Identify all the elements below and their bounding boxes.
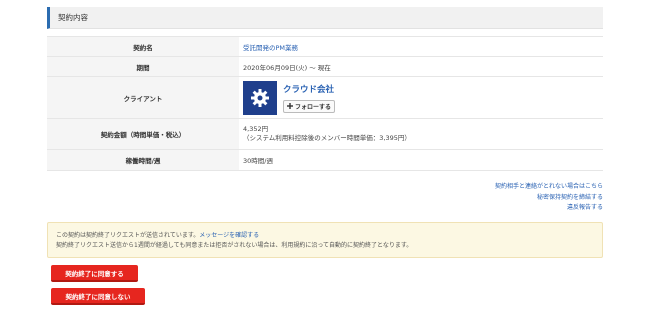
fee-label: 契約金額（時間単価・税込） (47, 118, 239, 150)
view-message-link[interactable]: メッセージを確認する (199, 232, 259, 239)
agree-termination-button[interactable]: 契約終了に同意する (51, 265, 138, 282)
disagree-termination-button[interactable]: 契約終了に同意しない (51, 288, 145, 305)
section-title: 契約内容 (58, 13, 88, 22)
table-row: 稼働時間/週 30時間/週 (47, 149, 603, 171)
gear-icon (251, 88, 269, 107)
fee-value: 4,352円 (243, 125, 269, 133)
contract-name-link[interactable]: 受託開発のPM業務 (243, 44, 298, 52)
table-row: クライアント クラウド会社 フォローする (47, 76, 603, 119)
report-link[interactable]: 違反報告する (495, 203, 603, 214)
follow-button-label: フォローする (294, 103, 331, 111)
contract-name-label: 契約名 (47, 36, 239, 57)
hours-label: 稼働時間/週 (47, 149, 239, 171)
table-row: 契約金額（時間単価・税込） 4,352円 （システム利用料控除後のメンバー時間単… (47, 118, 603, 150)
notice-text: この契約は契約終了リクエストが送信されています。 (56, 232, 200, 239)
follow-button[interactable]: フォローする (283, 99, 335, 113)
contact-link[interactable]: 契約相手と連絡がとれない場合はこちら (495, 182, 603, 193)
plus-icon (286, 103, 293, 109)
contract-table: 契約名 受託開発のPM業務 期間 2020年06月09日(火) 〜 現在 クライ… (47, 36, 603, 171)
period-label: 期間 (47, 56, 239, 77)
side-links: 契約相手と連絡がとれない場合はこちら 秘密保持契約を締結する 違反報告する (495, 182, 603, 214)
client-cell: クラウド会社 フォローする (243, 80, 603, 115)
client-name-link[interactable]: クラウド会社 (283, 83, 335, 95)
hours-value: 30時間/週 (243, 157, 273, 165)
nda-link[interactable]: 秘密保持契約を締結する (495, 193, 603, 204)
section-header: 契約内容 (47, 7, 603, 29)
notice-detail: 契約終了リクエスト送信から1週間が経過しても同意または拒否がされない場合は、利用… (56, 242, 413, 249)
client-label: クライアント (47, 76, 239, 119)
termination-notice: この契約は契約終了リクエストが送信されています。メッセージを確認する 契約終了リ… (47, 222, 603, 258)
fee-note: （システム利用料控除後のメンバー時間単価：3,395円） (243, 134, 411, 142)
client-logo[interactable] (243, 80, 277, 115)
table-row: 契約名 受託開発のPM業務 (47, 36, 603, 57)
period-value: 2020年06月09日(火) 〜 現在 (243, 63, 331, 72)
table-row: 期間 2020年06月09日(火) 〜 現在 (47, 56, 603, 77)
